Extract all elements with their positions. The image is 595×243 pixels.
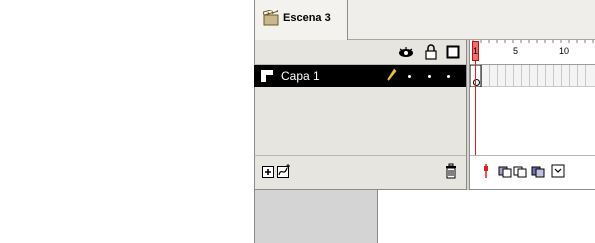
stage-panel (254, 190, 378, 243)
eye-icon[interactable] (397, 44, 415, 60)
frame-cells (470, 65, 595, 87)
add-layer-icon[interactable] (261, 163, 277, 179)
layers-empty-area (254, 87, 466, 155)
onion-skin-outlines-icon[interactable] (512, 163, 528, 179)
lock-icon[interactable] (423, 44, 439, 60)
edit-multiple-frames-icon[interactable] (530, 163, 546, 179)
trash-icon[interactable] (443, 163, 459, 179)
ruler-label-10: 10 (559, 46, 570, 56)
center-frame-icon[interactable] (478, 163, 494, 179)
onion-markers-icon[interactable] (550, 163, 566, 179)
lock-dot[interactable] (428, 75, 431, 78)
visibility-dot[interactable] (408, 75, 411, 78)
add-motion-guide-icon[interactable] (276, 163, 292, 179)
ruler-label-5: 5 (513, 46, 519, 56)
layer-type-icon (261, 70, 273, 82)
outline-dot[interactable] (447, 75, 450, 78)
ruler-label-1: 1 (473, 46, 479, 56)
ruler-ticks (472, 40, 594, 43)
onion-skin-icon[interactable] (497, 163, 513, 179)
scene-clapper-icon (263, 10, 279, 26)
outline-square-icon[interactable] (446, 44, 460, 60)
layer-name[interactable]: Capa 1 (281, 69, 320, 83)
pencil-icon (385, 67, 398, 83)
frames-empty-area (470, 87, 595, 155)
scene-label: Escena 3 (283, 12, 331, 24)
